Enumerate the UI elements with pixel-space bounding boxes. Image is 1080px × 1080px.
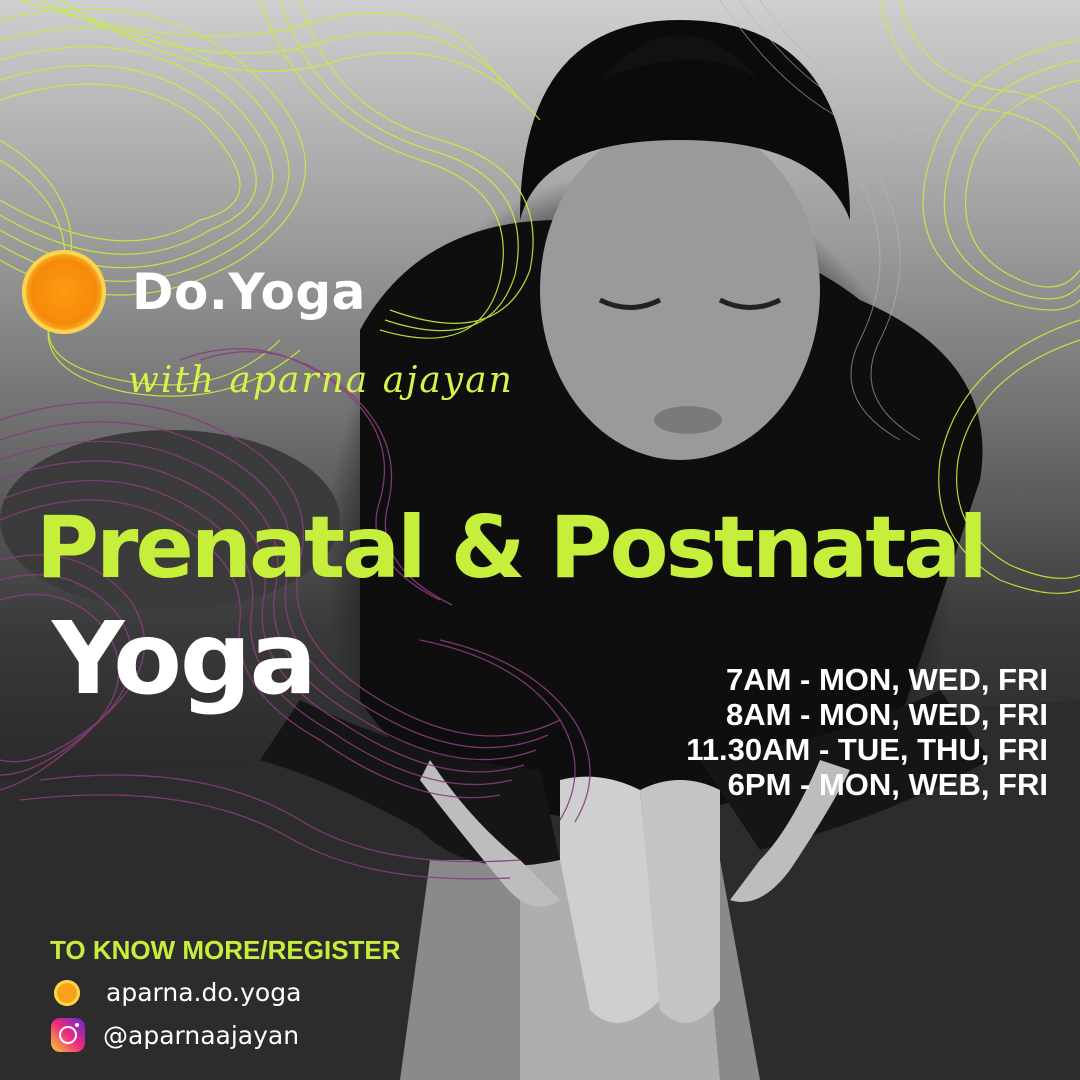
website-contact[interactable]: aparna.do.yoga <box>54 978 301 1007</box>
brand-tagline: with aparna ajayan <box>128 360 514 401</box>
headline: Prenatal & Postnatal <box>36 498 988 598</box>
schedule-line: 8AM - MON, WED, FRI <box>725 697 1048 732</box>
subheadline: Yoga <box>52 600 317 717</box>
schedule-line: 11.30AM - TUE, THU, FRI <box>686 732 1048 767</box>
brand-logo: Do.Yoga <box>22 250 366 334</box>
instagram-contact[interactable]: @aparnaajayan <box>51 1018 300 1052</box>
register-cta: TO KNOW MORE/REGISTER <box>50 935 401 965</box>
brand-name: Do.Yoga <box>132 263 366 321</box>
class-schedule: 7AM - MON, WED, FRI 8AM - MON, WED, FRI … <box>686 662 1048 802</box>
instagram-handle: @aparnaajayan <box>103 1020 300 1050</box>
poster: Do.Yoga with aparna ajayan Prenatal & Po… <box>0 0 1080 1080</box>
schedule-line: 7AM - MON, WED, FRI <box>725 662 1048 697</box>
schedule-line: 6PM - MON, WEB, FRI <box>727 767 1048 802</box>
instagram-icon <box>51 1018 85 1052</box>
sun-dot-icon <box>54 979 80 1006</box>
sun-logo-icon <box>22 250 106 334</box>
website-text: aparna.do.yoga <box>106 978 302 1007</box>
